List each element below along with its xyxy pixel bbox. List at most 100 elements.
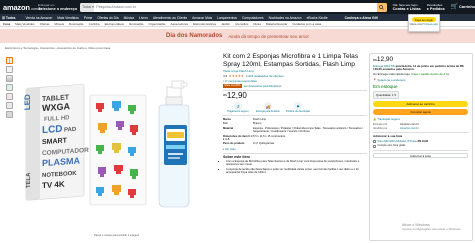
category-strip: Casa Mais Vendidos Ofertas Móveis Decora… — [0, 21, 475, 27]
stock-status: Em estoque — [373, 84, 398, 90]
cat-item[interactable]: Cuidados com a casa — [292, 22, 321, 26]
nav-item[interactable]: Ofertas do Dia — [97, 16, 118, 20]
cat-item[interactable]: Eletrodomésticos — [193, 22, 216, 26]
nav-item[interactable]: Mais Vendidos — [57, 16, 78, 20]
cat-item[interactable]: Iluminação — [129, 22, 144, 26]
nav-item[interactable]: eBooks Kindle — [307, 16, 328, 20]
cat-item[interactable]: Aquecedores — [170, 22, 188, 26]
cat-item[interactable]: Mais Vendidos — [15, 22, 35, 26]
best-seller-badge: Mais vendido — [223, 83, 242, 88]
buybox-price: R$ 12,90 — [373, 56, 394, 63]
deliver-address: Selecione o endereço — [38, 7, 78, 11]
nav-promo[interactable]: Conheça o Alexa Gift — [345, 16, 378, 20]
secure-transaction-link[interactable]: 🔒 Transação segura — [373, 117, 469, 121]
add-to-list-button[interactable]: Adicionar à Lista — [373, 153, 468, 159]
store-link[interactable]: Visite a loja Flash Limp — [223, 69, 367, 73]
addon-item[interactable]: Pano Microfibra Multiuso, 8 Peças R$ 19,… — [373, 140, 469, 144]
nav-item[interactable]: Atendimento ao Cliente — [153, 16, 187, 20]
thumbnail[interactable] — [6, 93, 13, 100]
breadcrumb[interactable]: Eletrônicos e Tecnologia › Acessórios › … — [5, 46, 110, 50]
product-image[interactable]: LED TABLET WXGA FULL HD LCD PAD SMART CO… — [16, 53, 216, 238]
cat-item[interactable]: Móveis — [55, 22, 65, 26]
deliver-to[interactable]: Entregar em Selecione o endereço — [38, 3, 78, 11]
search-button[interactable] — [376, 2, 387, 12]
list-item: A esponja de tecido não deixa fiapos e p… — [226, 168, 367, 174]
buy-now-button[interactable]: Comprar agora — [373, 109, 468, 115]
svg-text:TV 4K: TV 4K — [42, 180, 65, 191]
cat-item[interactable]: Casa — [3, 22, 10, 26]
service-item[interactable]: ↺ Pagamento seguro — [223, 102, 253, 113]
chevron-down-icon: ▾ — [394, 92, 396, 97]
amazon-logo[interactable]: amazon .com.br — [3, 3, 42, 12]
rating-value: 4,5 — [223, 74, 228, 79]
thumbnail[interactable] — [6, 66, 13, 73]
quantity-select[interactable]: Quantidade: 1 ▾ — [373, 91, 399, 99]
cat-item[interactable]: Jardim — [221, 22, 230, 26]
return-policy-icon: ⚑ — [294, 102, 302, 111]
zoom-hint: Passe o mouse para ampliar a imagem — [94, 234, 140, 237]
cat-item[interactable]: Material Escolar — [266, 22, 288, 26]
sponge-text-pattern: LED TABLET WXGA FULL HD LCD PAD SMART CO… — [23, 84, 89, 201]
rating-row: 4,5 ★★★★★ 2.915 avaliações de clientes — [223, 74, 367, 78]
nav-item[interactable]: Novidades na Amazon — [269, 16, 302, 20]
best-seller-category[interactable]: em Acessórios para Monitores — [244, 84, 282, 88]
windows-activation-watermark: Ativar o Windows Acesse Configurações pa… — [402, 223, 462, 231]
nav-item[interactable]: Computadores — [242, 16, 264, 20]
nav-item[interactable]: Prime — [84, 16, 93, 20]
thumbnail[interactable] — [6, 102, 13, 109]
cat-item[interactable]: Eletroportáteis — [105, 22, 124, 26]
thumbnail[interactable] — [6, 84, 13, 91]
nav-item[interactable]: Livros — [139, 16, 148, 20]
nav-item[interactable]: Amazon Mais — [192, 16, 212, 20]
search-input[interactable] — [94, 2, 377, 12]
service-item[interactable]: 🚚 Entrega pela Amazon — [253, 102, 283, 113]
cat-item[interactable]: Dicas — [253, 22, 261, 26]
cat-item[interactable]: Decoração — [69, 22, 84, 26]
addon-item[interactable]: Compre com frete grátis — [373, 144, 469, 148]
thumbnail[interactable] — [6, 57, 13, 64]
delivery-truck-icon: 🚚 — [264, 102, 272, 111]
add-to-cart-button[interactable]: Adicionar ao carrinho — [373, 101, 468, 107]
account-menu[interactable]: Olá, faça seu login Contas e Listas — [393, 3, 421, 11]
search-category-select[interactable]: Todos ▾ — [80, 2, 95, 12]
nav-item[interactable]: Música — [124, 16, 134, 20]
start-here-link[interactable]: Comece aqui. — [424, 24, 438, 26]
fast-delivery-info: Ou Entrega mais rápida hoje. Faça o pedi… — [373, 71, 450, 76]
top-nav: amazon .com.br Entregar em Selecione o e… — [0, 0, 475, 14]
cat-item[interactable]: Organização — [148, 22, 165, 26]
svg-text:LED: LED — [23, 94, 32, 111]
nav-item[interactable]: Venda na Amazon — [26, 16, 53, 20]
signin-popover: Faça seu login Cliente novo? Comece aqui… — [408, 14, 440, 32]
service-icons: ↺ Pagamento seguro 🚚 Entrega pela Amazon… — [223, 102, 367, 113]
thumbnail[interactable] — [6, 111, 13, 118]
product-price: R$ 12,90 — [223, 91, 247, 101]
returns-orders[interactable]: Devoluções e Pedidos — [427, 3, 445, 11]
thumbnail[interactable] — [6, 75, 13, 82]
service-item[interactable]: ⚑ Política de devolução — [283, 102, 313, 113]
cat-item[interactable]: Utensílios — [235, 22, 248, 26]
promo-banner[interactable]: Dia dos Namorados Ainda dá tempo de pres… — [0, 29, 475, 43]
search-bar: Todos ▾ — [80, 2, 387, 12]
see-more-link[interactable]: ▾ Ver mais — [223, 147, 367, 151]
star-rating-icon[interactable]: ★★★★★ — [229, 74, 244, 78]
cat-item[interactable]: Ofertas — [40, 22, 50, 26]
svg-text:TELA: TELA — [26, 172, 32, 189]
nav-all-menu[interactable]: ☰ Todos — [2, 16, 21, 20]
best-seller-row: Mais vendido em Acessórios para Monitore… — [223, 84, 367, 88]
nav-item[interactable]: Lançamentos — [217, 16, 237, 20]
signin-button[interactable]: Faça seu login — [412, 17, 436, 22]
location-link[interactable]: 📍 Selecione o endereço — [373, 78, 469, 82]
addon-checkbox[interactable] — [373, 144, 376, 148]
about-bullets: Com a Esponja de Microfibra para Telas S… — [223, 160, 367, 174]
list-item: Com a Esponja de Microfibra para Telas S… — [226, 160, 367, 166]
addon-heading: Adicionar à sua lista — [373, 134, 403, 139]
addon-checkbox[interactable] — [373, 140, 376, 144]
rating-count-link[interactable]: 2.915 avaliações de clientes — [246, 74, 284, 78]
buy-box: R$ 12,90 Entrega GRÁTIS quarta-feira, 14… — [369, 53, 473, 241]
cart-icon: 🛒 — [450, 3, 459, 10]
banner-subtitle: Ainda dá tempo de presentear seu amor — [228, 33, 309, 39]
answered-questions-link[interactable]: | 17 perguntas respondidas — [223, 79, 367, 83]
secondary-nav: ☰ Todos Venda na Amazon Mais Vendidos Pr… — [0, 14, 475, 21]
cat-item[interactable]: Cozinha — [89, 22, 100, 26]
cart-button[interactable]: 🛒 Carrinho — [450, 3, 475, 10]
